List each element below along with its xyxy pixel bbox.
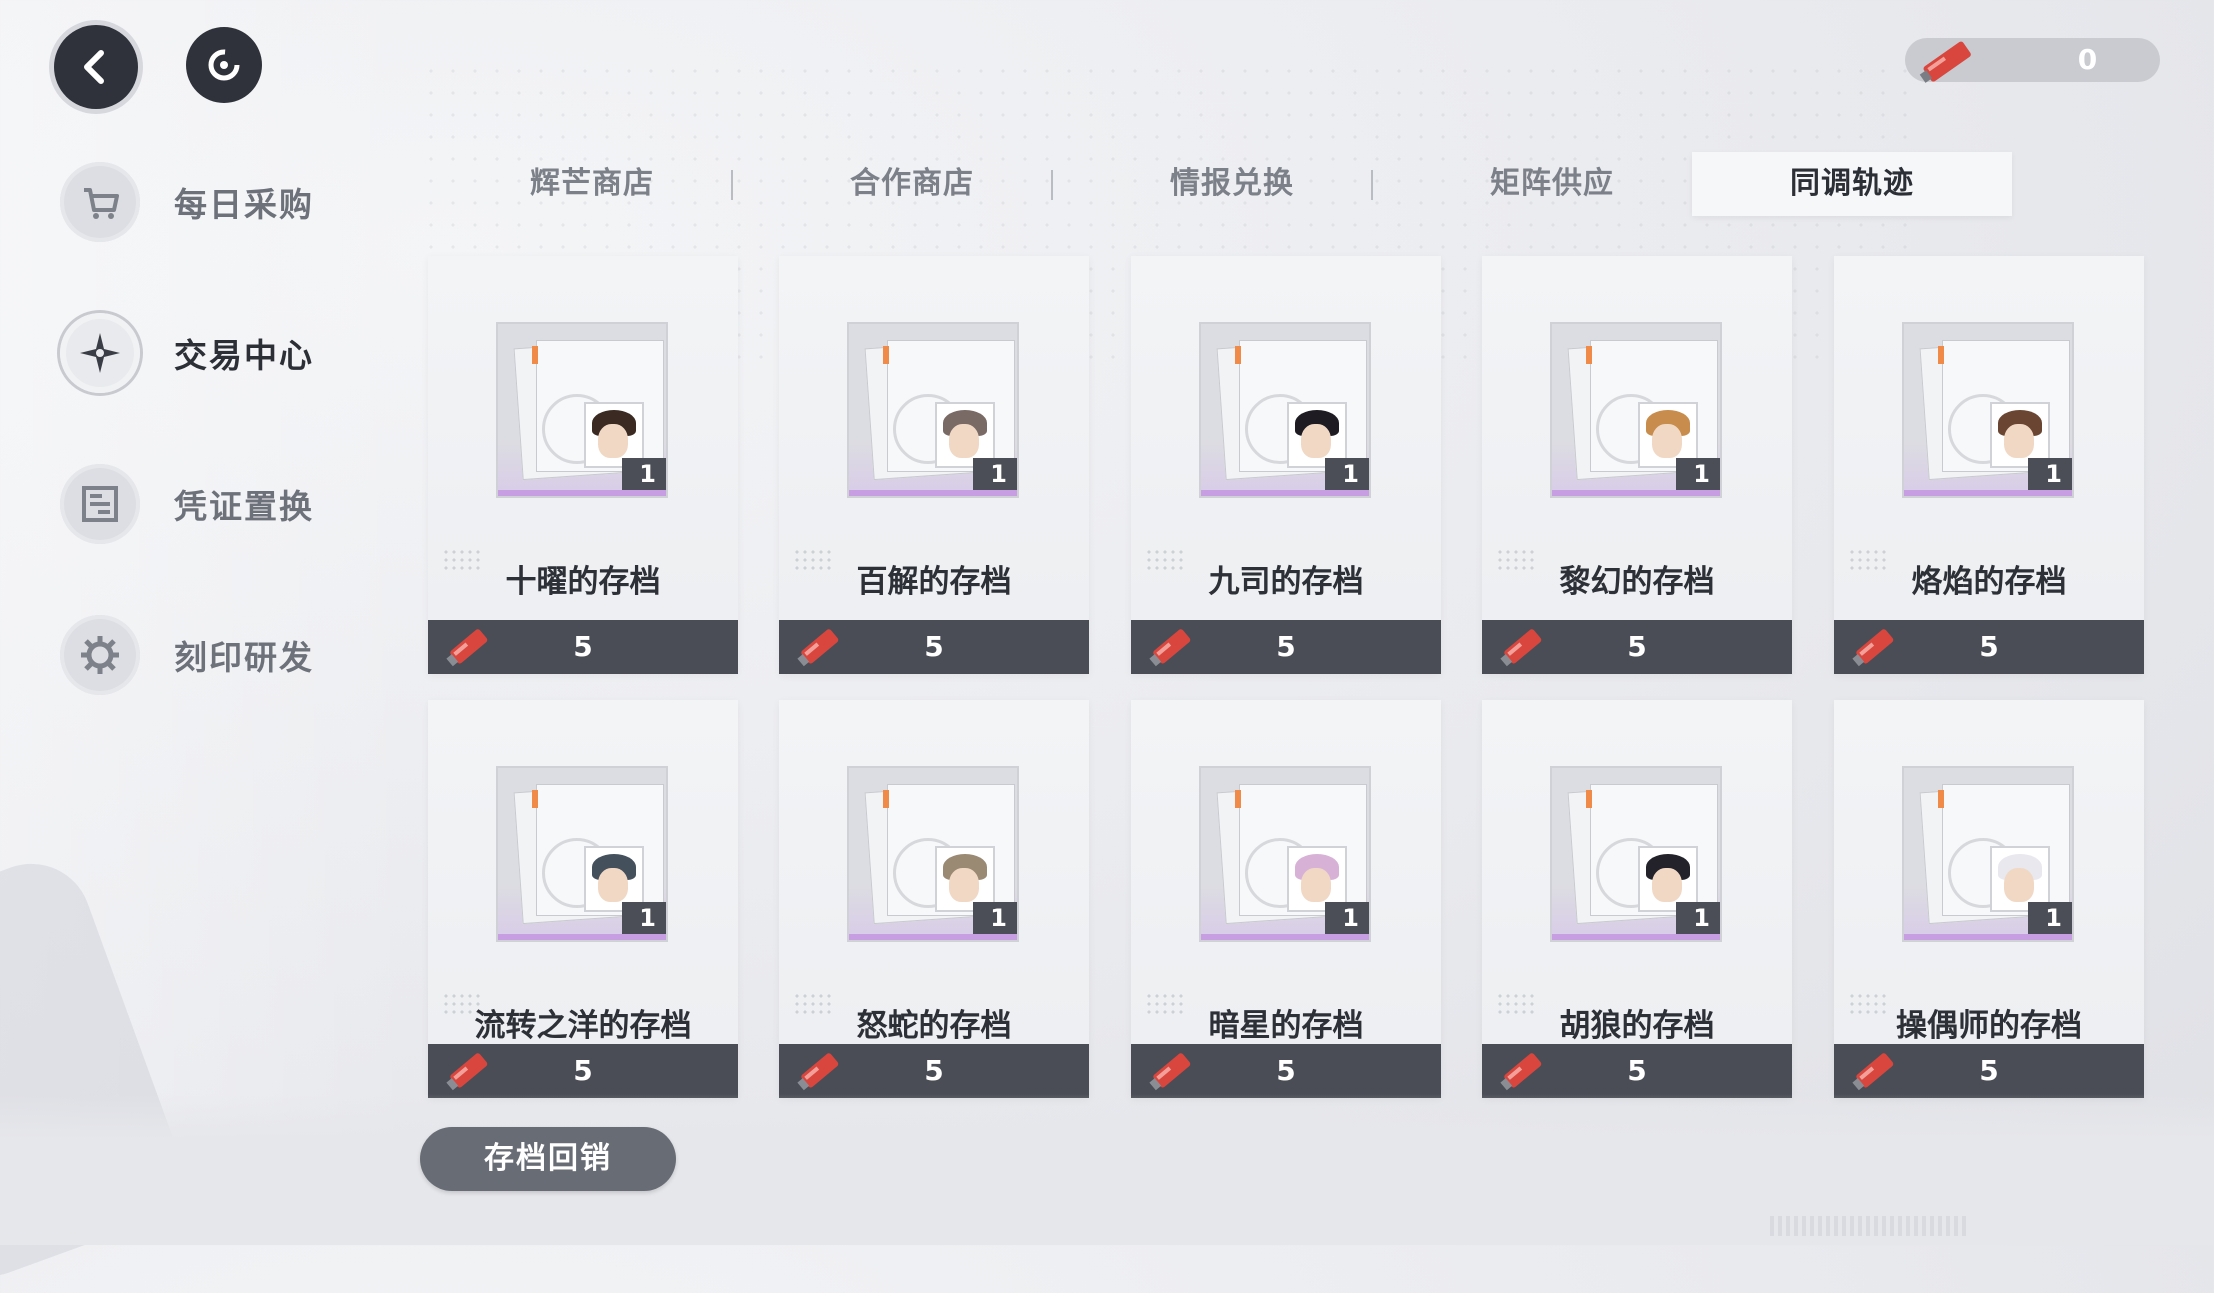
item-price-bar[interactable]: 5 (1482, 1044, 1792, 1098)
refresh-icon (208, 49, 240, 81)
item-price-bar[interactable]: 5 (1482, 620, 1792, 674)
item-count: 1 (973, 902, 1017, 934)
archive-item-image: 1 (847, 322, 1019, 498)
item-price: 5 (573, 630, 593, 663)
chevron-left-icon (84, 50, 104, 84)
refresh-button[interactable] (186, 27, 262, 103)
archive-item-image: 1 (847, 766, 1019, 942)
data-stick-icon (442, 626, 494, 686)
shop-item-card[interactable]: 1 操偶师的存档 5 (1834, 700, 2144, 1098)
shop-item-card[interactable]: 1 黎幻的存档 5 (1482, 256, 1792, 674)
sidebar-item-voucher-exchange[interactable]: 凭证置换 (60, 459, 380, 549)
shop-item-card[interactable]: 1 怒蛇的存档 5 (779, 700, 1089, 1098)
archive-recycle-button[interactable]: 存档回销 (420, 1127, 676, 1191)
archive-item-image: 1 (1199, 766, 1371, 942)
item-count: 1 (2028, 458, 2072, 490)
item-price-bar[interactable]: 5 (428, 1044, 738, 1098)
decorative-barcode (1770, 1216, 1970, 1236)
item-price: 5 (1979, 1054, 1999, 1087)
sidebar-item-label: 每日采购 (174, 185, 314, 224)
data-stick-icon (1496, 626, 1548, 686)
shop-item-card[interactable]: 1 十曜的存档 5 (428, 256, 738, 674)
tab-divider (1051, 170, 1053, 200)
sidebar-item-label: 交易中心 (174, 336, 314, 375)
item-count: 1 (2028, 902, 2072, 934)
item-price-bar[interactable]: 5 (1131, 620, 1441, 674)
item-count: 1 (1325, 458, 1369, 490)
item-price-bar[interactable]: 5 (428, 620, 738, 674)
item-price: 5 (573, 1054, 593, 1087)
tab-matrix-supply[interactable]: 矩阵供应 (1392, 152, 1712, 216)
archive-item-image: 1 (1199, 322, 1371, 498)
item-count: 1 (973, 458, 1017, 490)
item-title: 胡狼的存档 (1559, 1008, 1715, 1044)
tab-divider (1371, 170, 1373, 200)
item-price: 5 (1276, 1054, 1296, 1087)
item-price-bar[interactable]: 5 (779, 620, 1089, 674)
tab-partner-shop[interactable]: 合作商店 (752, 152, 1072, 216)
shop-tabs: 辉芒商店 合作商店 情报兑换 矩阵供应 同调轨迹 (432, 152, 2017, 216)
item-price: 5 (924, 1054, 944, 1087)
shopping-cart-icon (84, 188, 119, 219)
item-title: 黎幻的存档 (1559, 564, 1715, 600)
exchange-icon (82, 486, 118, 522)
shop-item-card[interactable]: 1 百解的存档 5 (779, 256, 1089, 674)
sidebar-item-label: 凭证置换 (174, 487, 314, 526)
item-price: 5 (1276, 630, 1296, 663)
shop-item-card[interactable]: 1 流转之洋的存档 5 (428, 700, 738, 1098)
back-button[interactable] (54, 25, 138, 109)
item-count: 1 (622, 902, 666, 934)
tab-intel-exchange[interactable]: 情报兑换 (1072, 152, 1392, 216)
item-count: 1 (622, 458, 666, 490)
item-count: 1 (1676, 458, 1720, 490)
sidebar-item-daily-purchase[interactable]: 每日采购 (60, 157, 380, 247)
item-price: 5 (1979, 630, 1999, 663)
sidebar-item-imprint-research[interactable]: 刻印研发 (60, 610, 380, 700)
item-title: 十曜的存档 (505, 564, 661, 600)
shop-item-card[interactable]: 1 九司的存档 5 (1131, 256, 1441, 674)
item-title: 怒蛇的存档 (856, 1008, 1012, 1044)
item-title: 操偶师的存档 (1896, 1008, 2082, 1044)
shop-item-card[interactable]: 1 暗星的存档 5 (1131, 700, 1441, 1098)
archive-item-image: 1 (496, 766, 668, 942)
item-count: 1 (1676, 902, 1720, 934)
currency-display: 0 (1905, 38, 2160, 83)
shop-item-card[interactable]: 1 胡狼的存档 5 (1482, 700, 1792, 1098)
tab-divider (731, 170, 733, 200)
data-stick-icon (793, 626, 845, 686)
item-price-bar[interactable]: 5 (779, 1044, 1089, 1098)
item-title: 暗星的存档 (1208, 1008, 1364, 1044)
data-stick-icon (1145, 626, 1197, 686)
archive-item-image: 1 (1902, 766, 2074, 942)
item-title: 九司的存档 (1208, 564, 1364, 600)
item-count: 1 (1325, 902, 1369, 934)
archive-item-image: 1 (496, 322, 668, 498)
data-stick-icon (1848, 626, 1900, 686)
item-price: 5 (1627, 630, 1647, 663)
tab-radiant-shop[interactable]: 辉芒商店 (432, 152, 752, 216)
sidebar-item-label: 刻印研发 (174, 638, 314, 677)
item-price-bar[interactable]: 5 (1834, 620, 2144, 674)
gear-icon (81, 636, 119, 674)
shop-item-card[interactable]: 1 烙焰的存档 5 (1834, 256, 2144, 674)
item-title: 烙焰的存档 (1911, 564, 2067, 600)
item-title: 流转之洋的存档 (474, 1008, 692, 1044)
item-price-bar[interactable]: 5 (1131, 1044, 1441, 1098)
archive-item-image: 1 (1902, 322, 2074, 498)
item-price-bar[interactable]: 5 (1834, 1044, 2144, 1098)
currency-value: 0 (2077, 43, 2098, 76)
tab-sync-trace[interactable]: 同调轨迹 (1692, 152, 2012, 216)
compass-star-icon (80, 333, 120, 373)
item-price: 5 (924, 630, 944, 663)
archive-item-image: 1 (1550, 322, 1722, 498)
item-title: 百解的存档 (856, 564, 1012, 600)
item-price: 5 (1627, 1054, 1647, 1087)
sidebar-item-trading-center[interactable]: 交易中心 (60, 308, 380, 398)
data-stick-icon (1919, 41, 1971, 83)
archive-item-image: 1 (1550, 766, 1722, 942)
